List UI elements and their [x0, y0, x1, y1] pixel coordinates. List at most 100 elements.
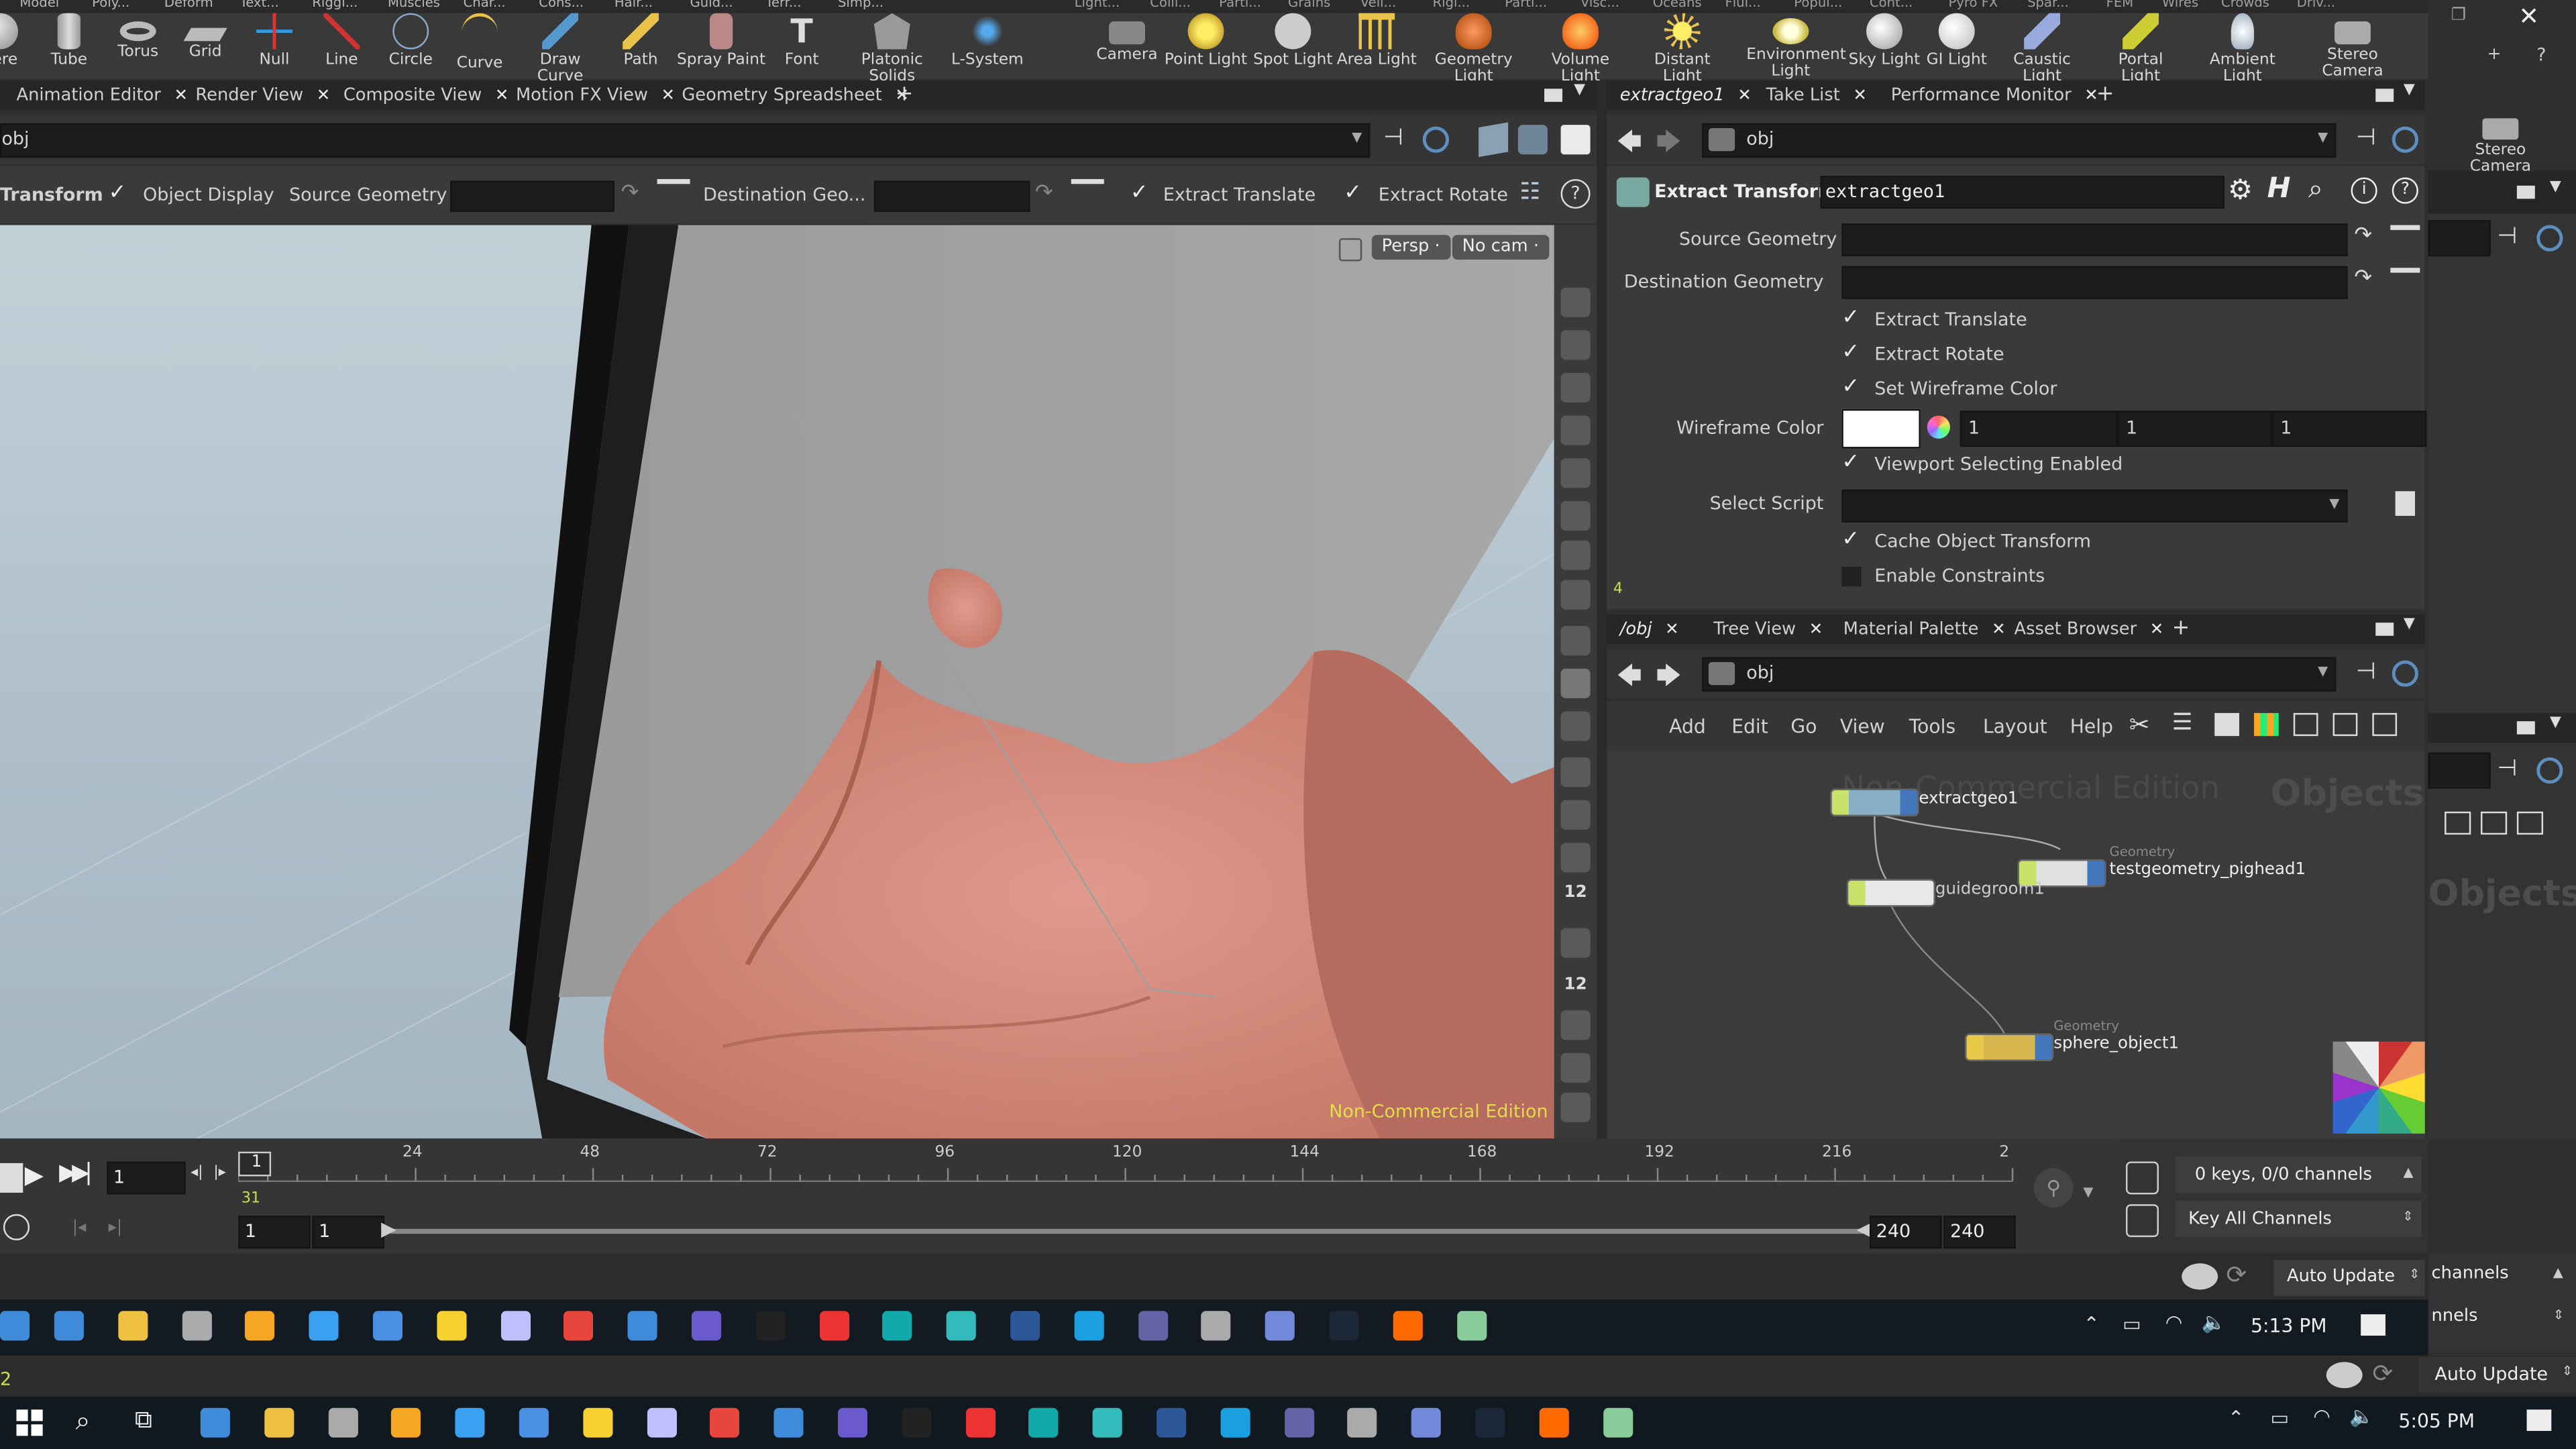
shelf-tab-26[interactable]: FEM [2106, 0, 2134, 10]
param-destination-jump-icon[interactable]: ↷ [2354, 266, 2372, 291]
source-jump-icon[interactable]: ↷ [621, 180, 639, 205]
network-link-icon[interactable] [2392, 660, 2418, 687]
extract-rotate-checkbox[interactable] [1344, 180, 1363, 205]
shelf-tab-29[interactable]: Driv... [2297, 0, 2335, 10]
shelf-tab-5[interactable]: Muscles [388, 0, 440, 10]
shelf-tool-distant-light[interactable]: Distant Light [1638, 13, 1727, 86]
shelf-tool-area-light[interactable]: Area Light [1332, 13, 1421, 69]
object-display-checkbox[interactable] [109, 180, 128, 205]
measure-icon[interactable] [1560, 1010, 1591, 1040]
shelf-tool-spot-light[interactable]: Spot Light [1248, 13, 1337, 69]
shelf-tab-8[interactable]: Hair... [614, 0, 653, 10]
forward-arrow-icon[interactable]: 🡆 [1656, 125, 1682, 166]
shelf-tab-21[interactable]: Flui... [1725, 0, 1760, 10]
inner-app-diamond-icon[interactable] [245, 1311, 275, 1341]
restore-icon[interactable]: ❐ [2451, 7, 2466, 25]
keys-up-icon[interactable]: ▲ [2404, 1165, 2414, 1179]
taskbar-store-icon[interactable] [200, 1407, 230, 1438]
camera-menu[interactable]: No cam · [1452, 235, 1549, 260]
tab-render-view[interactable]: Render View ✕ [195, 80, 330, 110]
far-right-menu-2-icon[interactable]: ▼ [2550, 714, 2561, 731]
network-maximize-icon[interactable] [2375, 623, 2394, 636]
shelf-tab-1[interactable]: Poly... [92, 0, 129, 10]
network-menu-view[interactable]: View [1840, 714, 1885, 737]
network-pin-icon[interactable]: ⊣ [2356, 659, 2376, 685]
network-forward-icon[interactable]: 🡆 [1656, 659, 1682, 700]
destination-geometry-input[interactable] [873, 180, 1030, 212]
inner-chrome-icon[interactable] [564, 1311, 594, 1341]
outer-auto-update-dropdown-icon[interactable]: ⇕ [2562, 1364, 2573, 1379]
add-tab-icon[interactable]: + [896, 80, 914, 110]
shelf-tool-point-light[interactable]: Point Light [1161, 13, 1250, 69]
shelf-tool-environment-light[interactable]: Environment Light [1746, 13, 1846, 80]
param-cache-object-transform-checkbox[interactable] [1841, 527, 1861, 552]
range-slider-left-handle[interactable]: ▶ [381, 1218, 396, 1240]
thumbnail-view-icon[interactable] [2293, 712, 2318, 737]
taskbar-word-icon[interactable] [1157, 1407, 1187, 1438]
far-right-maximize-2-icon[interactable] [2516, 721, 2535, 735]
shelf-tab-13[interactable]: Colli... [1150, 0, 1191, 10]
taskbar-chrome-icon[interactable] [710, 1407, 741, 1438]
shelf-tab-28[interactable]: Crowds [2221, 0, 2269, 10]
taskbar-discord-icon[interactable] [1411, 1407, 1442, 1438]
shelf-tool-draw-curve[interactable]: Draw Curve [516, 13, 604, 86]
select-icon[interactable] [1560, 330, 1591, 360]
prev-key-icon[interactable]: |◂ [72, 1219, 87, 1237]
houdini-help-icon[interactable]: H [2267, 172, 2291, 205]
close-window-icon[interactable]: ✕ [2518, 1, 2539, 31]
inner-maps-icon[interactable] [627, 1311, 658, 1341]
shelf-tab-25[interactable]: Spar... [2027, 0, 2069, 10]
auto-update-menu[interactable]: Auto Update ⇕ [2273, 1260, 2425, 1297]
shelf-tool-font[interactable]: T Font [757, 13, 846, 69]
taskbar-terminal-icon[interactable] [902, 1407, 932, 1438]
inner-discord-icon[interactable] [1265, 1311, 1295, 1341]
inner-volume-icon[interactable]: 🔈 [2202, 1311, 2226, 1334]
inner-wifi-icon[interactable]: ◠ [2165, 1311, 2183, 1334]
paint-icon[interactable] [1560, 800, 1591, 830]
point-icon[interactable] [1560, 757, 1591, 788]
network-add-tab-icon[interactable]: + [2172, 614, 2190, 644]
shelf-tool-camera[interactable]: Camera [1083, 13, 1171, 64]
param-viewport-selecting-checkbox[interactable] [1841, 450, 1861, 475]
snap-icon[interactable] [1560, 415, 1591, 445]
param-extract-rotate-checkbox[interactable] [1841, 340, 1861, 365]
tab-take-list[interactable]: Take List ✕ [1766, 80, 1867, 110]
destination-jump-icon[interactable]: ↷ [1035, 180, 1053, 205]
shelf-tab-19[interactable]: Visc... [1580, 0, 1619, 10]
far-right-menu-icon[interactable]: ▼ [2550, 179, 2561, 195]
shelf-tool-ambient-light[interactable]: Ambient Light [2198, 13, 2287, 86]
color-wheel-icon[interactable] [1927, 415, 1950, 439]
key-dopesheet-icon[interactable] [2126, 1161, 2159, 1195]
param-select-script-input[interactable]: ▼ [1841, 489, 2348, 523]
shelf-tool-l-system[interactable]: L-System [943, 13, 1032, 69]
battery-icon[interactable]: ▭ [2271, 1406, 2290, 1429]
inner-terminal-icon[interactable] [755, 1311, 786, 1341]
tray-up-icon[interactable]: ⌃ [2228, 1406, 2245, 1429]
taskbar-onedrive-icon[interactable] [455, 1407, 485, 1438]
search-taskbar-icon[interactable]: ⌕ [76, 1405, 91, 1438]
network-menu-layout[interactable]: Layout [1983, 714, 2047, 737]
params-path-field[interactable]: obj ▼ [1702, 123, 2337, 158]
far-right-path-field[interactable] [2428, 220, 2491, 257]
list-view-icon[interactable] [2214, 712, 2239, 737]
volume-icon[interactable]: 🔈 [2349, 1405, 2374, 1428]
jump-end-icon[interactable]: ▶▶| [59, 1160, 93, 1186]
view-cube-icon[interactable] [1479, 122, 1509, 158]
tab-composite-view[interactable]: Composite View ✕ [343, 80, 509, 110]
destination-select-icon[interactable] [1071, 178, 1104, 217]
shelf-tab-12[interactable]: Light... [1075, 0, 1120, 10]
inner-notifications-icon[interactable] [2361, 1314, 2385, 1336]
network-path-field[interactable]: obj ▼ [0, 123, 1371, 158]
tab-animation-editor[interactable]: Animation Editor ✕ [16, 80, 188, 110]
inner-houdini-icon[interactable] [1393, 1311, 1423, 1341]
next-key-icon[interactable]: ▸| [109, 1219, 123, 1237]
taskbar-game-bar-icon[interactable] [837, 1407, 868, 1438]
taskbar-steam-icon[interactable] [1475, 1407, 1505, 1438]
shelf-tool-volume-light[interactable]: Volume Light [1536, 13, 1625, 86]
close-tab-icon[interactable]: ✕ [2150, 621, 2164, 639]
inner-battery-icon[interactable]: ▭ [2123, 1313, 2141, 1336]
shelf-tab-0[interactable]: Model [19, 0, 59, 10]
info-icon[interactable]: i [2351, 177, 2377, 204]
params-menu-icon[interactable]: ▼ [2404, 82, 2415, 98]
network-path-dropdown-icon[interactable]: ▼ [2318, 663, 2328, 678]
